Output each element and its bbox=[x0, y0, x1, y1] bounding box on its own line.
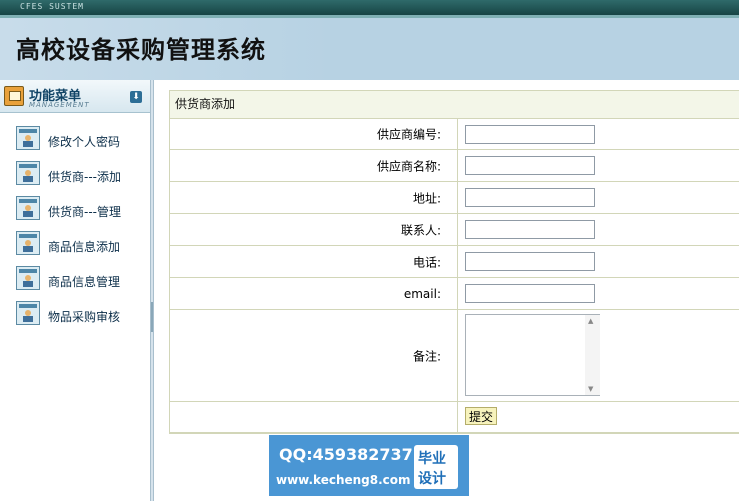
sidebar-item-label: 供货商---添加 bbox=[48, 170, 121, 184]
submit-button[interactable]: 提交 bbox=[465, 407, 498, 425]
email-input[interactable] bbox=[465, 284, 595, 303]
menu-heading-sub: MANAGEMENT bbox=[29, 101, 90, 109]
user-icon bbox=[16, 196, 40, 220]
sidebar-item-purchase-review[interactable]: 物品采购审核 bbox=[0, 299, 150, 334]
address-input[interactable] bbox=[465, 188, 595, 207]
user-icon bbox=[16, 161, 40, 185]
sidebar-item-label: 修改个人密码 bbox=[48, 135, 121, 149]
page-title: 高校设备采购管理系统 bbox=[16, 35, 266, 64]
user-icon bbox=[16, 231, 40, 255]
field-label: 供应商编号: bbox=[376, 127, 441, 142]
phone-input[interactable] bbox=[465, 252, 595, 271]
form-row: 联系人: bbox=[170, 214, 739, 246]
top-strip: CFES SUSTEM bbox=[0, 0, 739, 18]
sidebar-item-change-password[interactable]: 修改个人密码 bbox=[0, 124, 150, 159]
watermark-site: www.kecheng8.com bbox=[276, 473, 411, 487]
sidebar: 功能菜单 MANAGEMENT ⬇ 修改个人密码 供货商---添加 供货商---… bbox=[0, 80, 150, 501]
sidebar-splitter[interactable] bbox=[150, 80, 154, 501]
system-label: CFES SUSTEM bbox=[20, 2, 84, 11]
form-row: 供应商编号: bbox=[170, 119, 739, 150]
supplier-id-input[interactable] bbox=[465, 125, 595, 144]
menu-list: 修改个人密码 供货商---添加 供货商---管理 商品信息添加 商品信息管理 物… bbox=[0, 124, 150, 334]
user-icon bbox=[16, 266, 40, 290]
watermark: QQ:459382737 www.kecheng8.com 毕业 设计 bbox=[269, 435, 469, 496]
sidebar-item-label: 商品信息添加 bbox=[48, 240, 121, 254]
form-caption: 供货商添加 bbox=[170, 91, 739, 119]
header-banner: 高校设备采购管理系统 bbox=[0, 18, 739, 80]
splitter-grip[interactable] bbox=[151, 302, 153, 332]
watermark-qq: QQ:459382737 bbox=[279, 445, 413, 464]
field-label: 电话: bbox=[412, 255, 441, 269]
supplier-name-input[interactable] bbox=[465, 156, 595, 175]
sidebar-item-add-supplier[interactable]: 供货商---添加 bbox=[0, 159, 150, 194]
field-label: email: bbox=[403, 286, 441, 301]
field-label: 地址: bbox=[412, 191, 441, 205]
user-icon bbox=[16, 126, 40, 150]
form-row: 地址: bbox=[170, 182, 739, 214]
field-label: 备注: bbox=[412, 349, 441, 363]
collapse-icon[interactable]: ⬇ bbox=[130, 91, 142, 103]
sidebar-item-label: 物品采购审核 bbox=[48, 310, 121, 324]
sidebar-item-manage-supplier[interactable]: 供货商---管理 bbox=[0, 194, 150, 229]
user-icon bbox=[16, 301, 40, 325]
sidebar-item-label: 商品信息管理 bbox=[48, 275, 121, 289]
scroll-down-icon[interactable]: ▼ bbox=[588, 385, 593, 393]
form-row: email: bbox=[170, 278, 739, 310]
form-row: 供应商名称: bbox=[170, 150, 739, 182]
textarea-scrollbar[interactable]: ▲ ▼ bbox=[585, 315, 600, 395]
badge-line2: 设计 bbox=[418, 471, 446, 487]
menu-icon bbox=[4, 86, 24, 106]
form-row: 提交 bbox=[170, 402, 739, 433]
badge-line1: 毕业 bbox=[418, 451, 446, 467]
form-row: 电话: bbox=[170, 246, 739, 278]
supplier-form: 供货商添加 供应商编号: 供应商名称: 地址: 联系人: 电话: email: … bbox=[169, 90, 739, 434]
contact-input[interactable] bbox=[465, 220, 595, 239]
sidebar-item-manage-product[interactable]: 商品信息管理 bbox=[0, 264, 150, 299]
field-label: 联系人: bbox=[400, 223, 441, 237]
watermark-badge: 毕业 设计 bbox=[414, 445, 458, 489]
form-row: 备注: ▲ ▼ bbox=[170, 310, 739, 402]
field-label: 供应商名称: bbox=[376, 159, 441, 173]
scroll-up-icon[interactable]: ▲ bbox=[588, 317, 593, 325]
sidebar-item-add-product[interactable]: 商品信息添加 bbox=[0, 229, 150, 264]
remark-textarea[interactable] bbox=[465, 314, 600, 396]
menu-header: 功能菜单 MANAGEMENT ⬇ bbox=[0, 80, 150, 113]
sidebar-item-label: 供货商---管理 bbox=[48, 205, 121, 219]
